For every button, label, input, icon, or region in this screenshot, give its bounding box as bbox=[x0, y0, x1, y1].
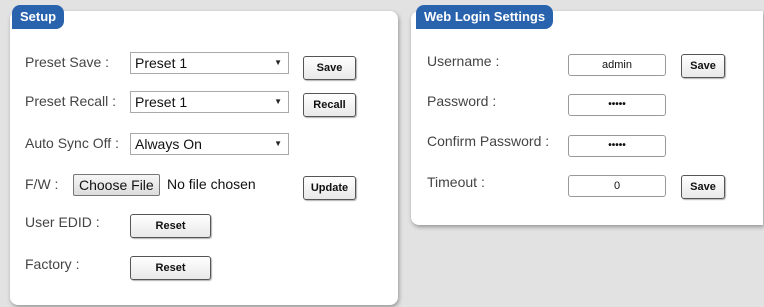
dropdown-arrow-icon: ▼ bbox=[274, 58, 282, 67]
auto-sync-label: Auto Sync Off : bbox=[25, 135, 119, 151]
preset-save-label: Preset Save : bbox=[25, 54, 110, 70]
username-input[interactable]: admin bbox=[568, 54, 666, 76]
auto-sync-select[interactable]: Always On ▼ bbox=[130, 133, 289, 155]
preset-recall-value: Preset 1 bbox=[135, 94, 188, 110]
dropdown-arrow-icon: ▼ bbox=[274, 139, 282, 148]
web-login-panel: Web Login Settings Username : admin Save… bbox=[411, 5, 763, 225]
preset-save-button[interactable]: Save bbox=[303, 56, 356, 80]
preset-save-value: Preset 1 bbox=[135, 55, 188, 71]
user-edid-label: User EDID : bbox=[25, 214, 100, 230]
preset-save-select[interactable]: Preset 1 ▼ bbox=[130, 52, 289, 74]
timeout-label: Timeout : bbox=[427, 174, 485, 190]
factory-label: Factory : bbox=[25, 256, 80, 272]
user-edid-reset-button[interactable]: Reset bbox=[130, 214, 211, 238]
confirm-password-label: Confirm Password : bbox=[427, 133, 550, 149]
factory-reset-button[interactable]: Reset bbox=[130, 256, 211, 280]
password-input[interactable]: ••••• bbox=[568, 94, 666, 116]
firmware-update-button[interactable]: Update bbox=[303, 176, 356, 200]
timeout-save-button[interactable]: Save bbox=[681, 175, 725, 199]
file-status-text: No file chosen bbox=[167, 176, 256, 192]
password-label: Password : bbox=[427, 93, 497, 109]
dropdown-arrow-icon: ▼ bbox=[274, 97, 282, 106]
setup-panel: Setup Preset Save : Preset 1 ▼ Save Pres… bbox=[10, 5, 398, 305]
setup-title: Setup bbox=[12, 5, 65, 29]
preset-recall-select[interactable]: Preset 1 ▼ bbox=[130, 91, 289, 113]
preset-recall-button[interactable]: Recall bbox=[303, 93, 356, 117]
firmware-label: F/W : bbox=[25, 176, 59, 192]
confirm-password-input[interactable]: ••••• bbox=[568, 135, 666, 157]
choose-file-button[interactable]: Choose File bbox=[73, 174, 160, 196]
username-label: Username : bbox=[427, 53, 500, 69]
web-login-title: Web Login Settings bbox=[416, 5, 554, 29]
auto-sync-value: Always On bbox=[135, 136, 202, 152]
timeout-input[interactable]: 0 bbox=[568, 175, 666, 197]
username-save-button[interactable]: Save bbox=[681, 54, 725, 78]
preset-recall-label: Preset Recall : bbox=[25, 93, 117, 109]
